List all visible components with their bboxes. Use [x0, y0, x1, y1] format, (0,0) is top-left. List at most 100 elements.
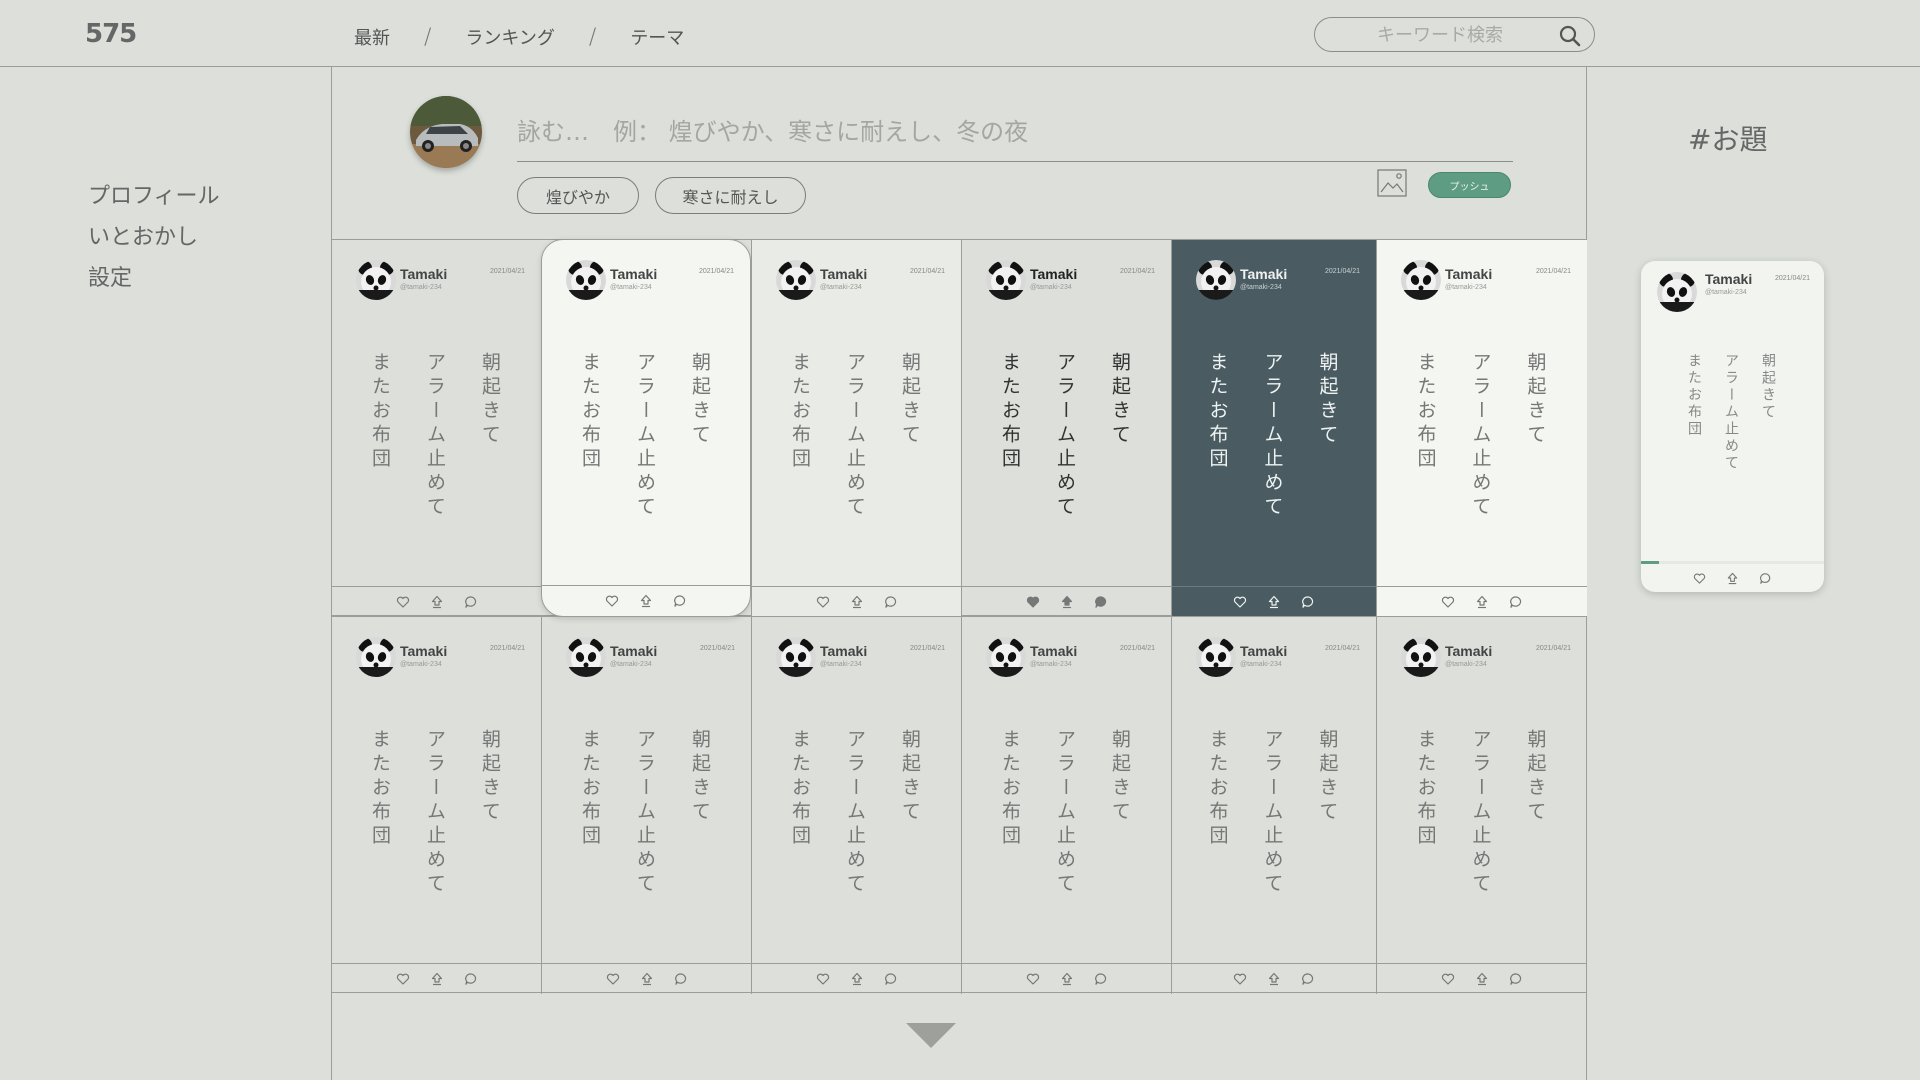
share-icon[interactable] [1475, 972, 1489, 986]
post-card[interactable]: Tamaki @tamaki-234 2021/04/21 朝起きて アラーム止… [1171, 617, 1376, 994]
panda-avatar[interactable] [356, 260, 396, 300]
heart-icon[interactable] [605, 594, 619, 608]
post-card[interactable]: Tamaki @tamaki-234 2021/04/21 朝起きて アラーム止… [331, 240, 541, 617]
heart-icon[interactable] [1026, 972, 1040, 986]
panda-avatar[interactable] [776, 260, 816, 300]
share-icon[interactable] [430, 972, 444, 986]
comment-icon[interactable] [1094, 595, 1108, 609]
heart-icon[interactable] [1026, 595, 1040, 609]
comment-icon[interactable] [884, 595, 898, 609]
suggestion-chip[interactable]: 寒さに耐えし [655, 177, 806, 214]
poem-line: 朝起きて [1524, 729, 1547, 825]
comment-icon[interactable] [673, 594, 687, 608]
post-header: Tamaki @tamaki-234 2021/04/21 [1401, 637, 1573, 681]
user-handle: @tamaki-234 [400, 661, 442, 668]
heart-icon[interactable] [1441, 595, 1455, 609]
poem-line: 朝起きて [1760, 353, 1776, 421]
heart-icon[interactable] [1693, 572, 1706, 585]
share-icon[interactable] [1726, 572, 1739, 585]
panda-avatar[interactable] [566, 260, 606, 300]
post-date: 2021/04/21 [699, 645, 735, 652]
post-header: Tamaki @tamaki-234 2021/04/21 [1196, 260, 1362, 304]
heart-icon[interactable] [606, 972, 620, 986]
image-icon[interactable] [1377, 169, 1407, 197]
comment-icon[interactable] [1509, 972, 1523, 986]
comment-icon[interactable] [674, 972, 688, 986]
sidebar-item-favorites[interactable]: いとおかし [88, 219, 220, 260]
comment-icon[interactable] [1759, 572, 1772, 585]
poem-line: 朝起きて [689, 352, 711, 448]
share-icon[interactable] [1267, 595, 1281, 609]
heart-icon[interactable] [816, 972, 830, 986]
heart-icon[interactable] [816, 595, 830, 609]
share-icon[interactable] [639, 594, 653, 608]
poem-line: アラーム止めて [1469, 352, 1492, 520]
heart-icon[interactable] [1233, 972, 1247, 986]
user-name: Tamaki [1240, 266, 1288, 282]
post-actions [1641, 564, 1824, 592]
share-icon[interactable] [850, 595, 864, 609]
share-icon[interactable] [850, 972, 864, 986]
comment-icon[interactable] [1094, 972, 1108, 986]
user-handle: @tamaki-234 [820, 661, 862, 668]
triangle-down-icon[interactable] [906, 1023, 956, 1048]
panda-avatar[interactable] [1657, 272, 1697, 312]
nav-latest[interactable]: 最新 [354, 24, 390, 50]
preview-card[interactable]: Tamaki @tamaki-234 2021/04/21 朝起きて アラーム止… [1641, 261, 1824, 592]
post-card[interactable]: Tamaki @tamaki-234 2021/04/21 朝起きて アラーム止… [541, 617, 751, 994]
post-date: 2021/04/21 [489, 645, 525, 652]
compose-input[interactable] [517, 112, 1513, 152]
poem-line: アラーム止めて [1054, 352, 1076, 520]
panda-avatar[interactable] [566, 637, 606, 677]
post-card[interactable]: Tamaki @tamaki-234 2021/04/21 朝起きて アラーム止… [961, 240, 1171, 617]
post-card[interactable]: Tamaki @tamaki-234 2021/04/21 朝起きて アラーム止… [541, 239, 751, 617]
comment-icon[interactable] [464, 972, 478, 986]
post-card[interactable]: Tamaki @tamaki-234 2021/04/21 朝起きて アラーム止… [331, 617, 541, 994]
nav-ranking[interactable]: ランキング [465, 24, 554, 50]
share-icon[interactable] [1267, 972, 1281, 986]
panda-avatar[interactable] [986, 637, 1026, 677]
heart-icon[interactable] [396, 595, 410, 609]
heart-icon[interactable] [396, 972, 410, 986]
push-button[interactable]: プッシュ [1428, 172, 1511, 198]
share-icon[interactable] [1475, 595, 1489, 609]
panda-avatar[interactable] [986, 260, 1026, 300]
poem-line: アラーム止めて [634, 729, 656, 897]
post-card[interactable]: Tamaki @tamaki-234 2021/04/21 朝起きて アラーム止… [751, 617, 961, 994]
share-icon[interactable] [1060, 972, 1074, 986]
post-card[interactable]: Tamaki @tamaki-234 2021/04/21 朝起きて アラーム止… [961, 617, 1171, 994]
panda-avatar[interactable] [1196, 637, 1236, 677]
heart-icon[interactable] [1233, 595, 1247, 609]
search-icon[interactable] [1558, 24, 1582, 48]
comment-icon[interactable] [464, 595, 478, 609]
user-avatar[interactable] [410, 96, 482, 168]
share-icon[interactable] [430, 595, 444, 609]
post-card[interactable]: Tamaki @tamaki-234 2021/04/21 朝起きて アラーム止… [1171, 240, 1376, 617]
heart-icon[interactable] [1441, 972, 1455, 986]
comment-icon[interactable] [1509, 595, 1523, 609]
sidebar-item-settings[interactable]: 設定 [88, 260, 220, 301]
panda-avatar[interactable] [356, 637, 396, 677]
comment-icon[interactable] [1301, 972, 1315, 986]
post-card[interactable]: Tamaki @tamaki-234 2021/04/21 朝起きて アラーム止… [751, 240, 961, 617]
suggestion-chip[interactable]: 煌びやか [517, 177, 639, 214]
panda-avatar[interactable] [1196, 260, 1236, 300]
sidebar-item-profile[interactable]: プロフィール [88, 178, 220, 219]
post-header: Tamaki @tamaki-234 2021/04/21 [566, 637, 737, 681]
post-header: Tamaki @tamaki-234 2021/04/21 [356, 637, 527, 681]
post-header: Tamaki @tamaki-234 2021/04/21 [776, 637, 947, 681]
panda-avatar[interactable] [1401, 260, 1441, 300]
share-icon[interactable] [640, 972, 654, 986]
post-actions [1172, 586, 1376, 617]
nav-theme[interactable]: テーマ [630, 24, 684, 50]
comment-icon[interactable] [1301, 595, 1315, 609]
logo[interactable]: 575 [85, 19, 137, 49]
post-card[interactable]: Tamaki @tamaki-234 2021/04/21 朝起きて アラーム止… [1376, 240, 1587, 617]
panda-avatar[interactable] [1401, 637, 1441, 677]
share-icon[interactable] [1060, 595, 1074, 609]
search-input[interactable] [1335, 24, 1545, 46]
panda-avatar[interactable] [776, 637, 816, 677]
post-card[interactable]: Tamaki @tamaki-234 2021/04/21 朝起きて アラーム止… [1376, 617, 1587, 994]
comment-icon[interactable] [884, 972, 898, 986]
poem-line: またお布団 [369, 729, 391, 849]
